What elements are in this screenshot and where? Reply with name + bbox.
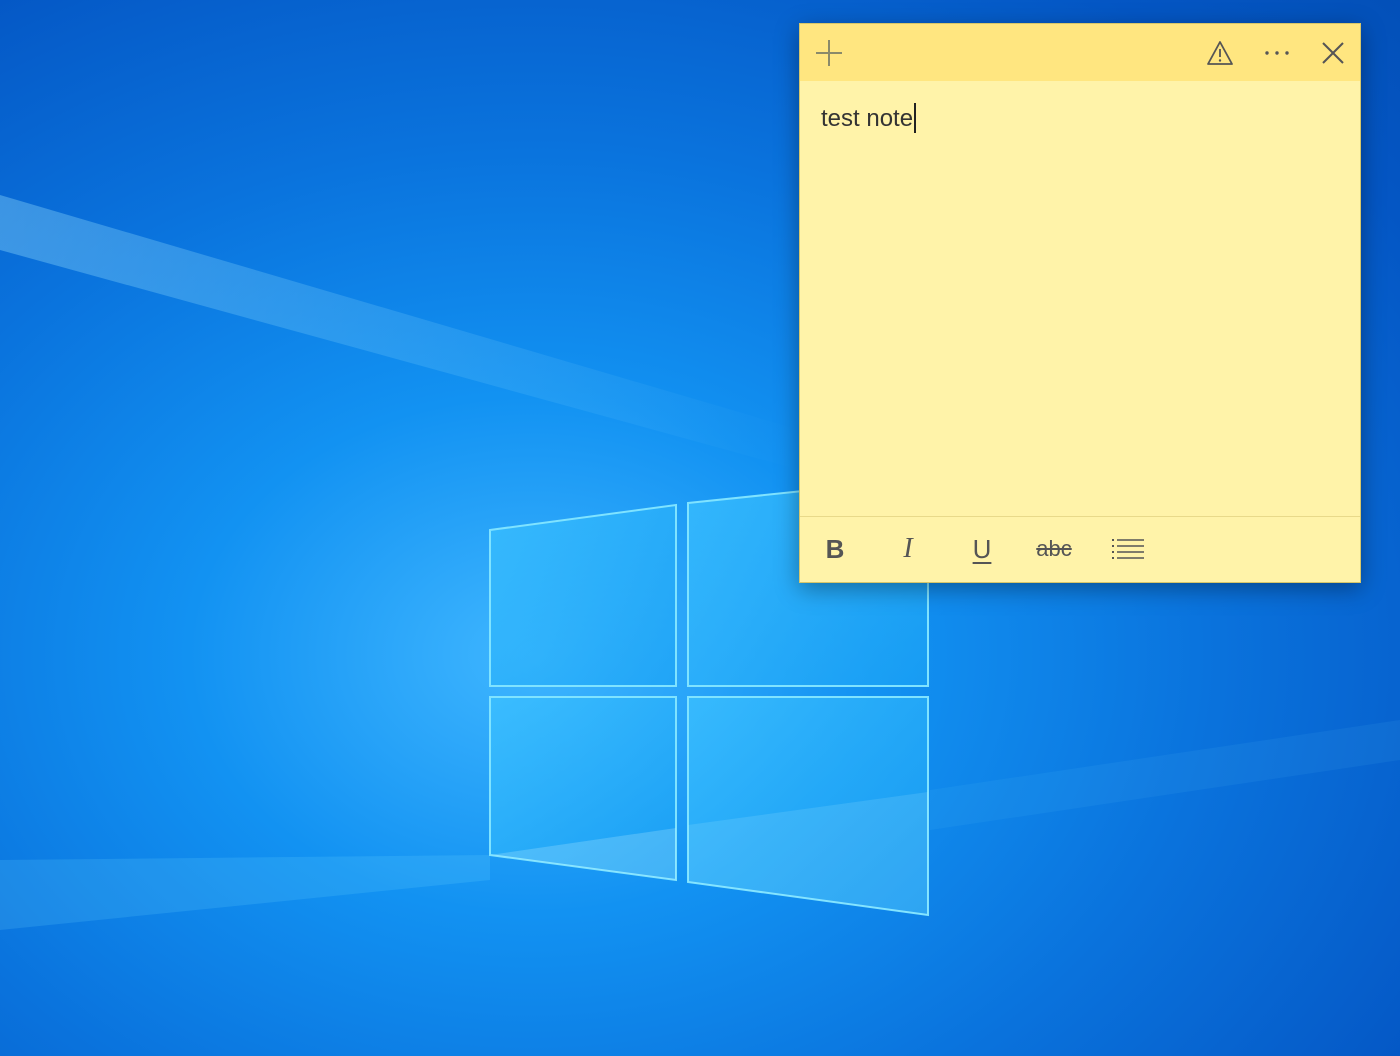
text-caret bbox=[914, 103, 917, 133]
new-note-button[interactable] bbox=[806, 30, 852, 76]
bold-button[interactable]: B bbox=[807, 527, 863, 571]
format-toolbar: B I U abc bbox=[800, 517, 1360, 582]
close-button[interactable] bbox=[1310, 30, 1356, 76]
light-beam-lower bbox=[0, 855, 490, 930]
light-beam-right bbox=[930, 720, 1400, 830]
alert-button[interactable] bbox=[1197, 30, 1243, 76]
plus-icon bbox=[816, 40, 842, 66]
note-text-area[interactable]: test note bbox=[800, 81, 1360, 517]
strikethrough-button[interactable]: abc bbox=[1026, 527, 1082, 571]
logo-pane-top-left bbox=[489, 503, 677, 687]
close-icon bbox=[1322, 42, 1344, 64]
note-content[interactable]: test note bbox=[821, 103, 917, 135]
menu-button[interactable] bbox=[1254, 30, 1300, 76]
more-ellipsis-icon bbox=[1265, 51, 1289, 55]
warning-triangle-icon bbox=[1207, 41, 1233, 65]
desktop: test note B I U abc bbox=[0, 0, 1400, 1056]
bullets-button[interactable] bbox=[1100, 527, 1156, 571]
italic-button[interactable]: I bbox=[880, 527, 936, 571]
note-content-text: test note bbox=[821, 105, 914, 132]
underline-button[interactable]: U bbox=[954, 527, 1010, 571]
note-titlebar[interactable] bbox=[800, 24, 1360, 81]
light-beam-upper bbox=[0, 195, 800, 470]
bullet-list-icon bbox=[1112, 539, 1144, 559]
sticky-note-window[interactable]: test note B I U abc bbox=[799, 23, 1361, 583]
